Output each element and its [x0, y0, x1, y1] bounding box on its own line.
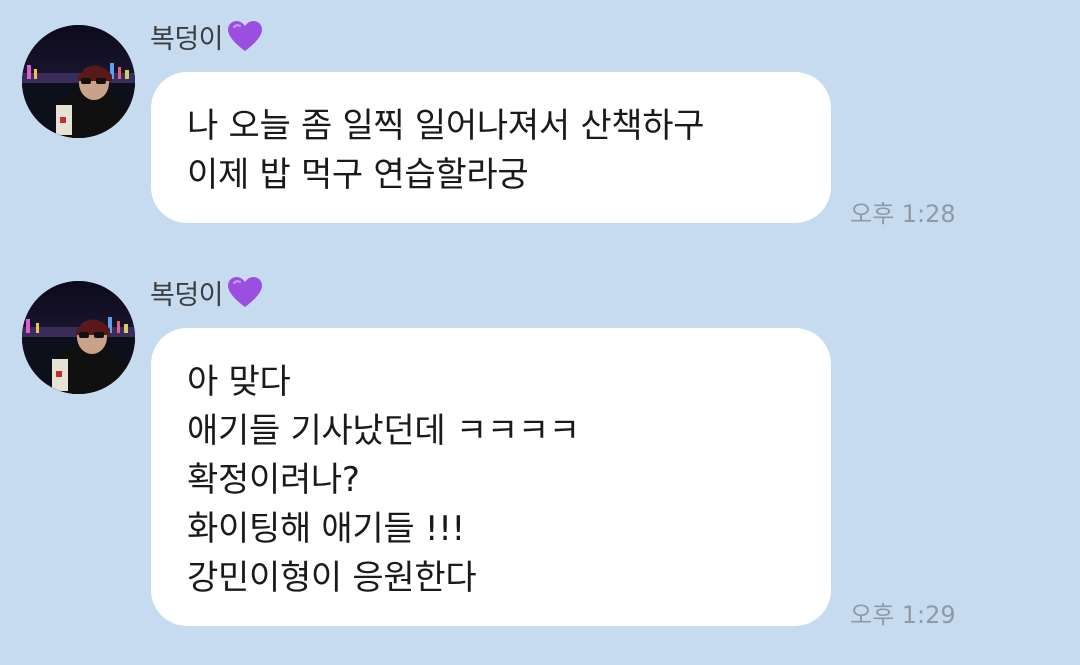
- message-bubble[interactable]: 아 맞다 애기들 기사났던데 ㅋㅋㅋㅋ 확정이려나? 화이팅해 애기들 !!! …: [151, 328, 831, 626]
- message-line: 화이팅해 애기들 !!!: [187, 509, 465, 549]
- message-line: 이제 밥 먹구 연습할라궁: [187, 155, 529, 195]
- message-line: 애기들 기사났던데 ㅋㅋㅋㅋ: [187, 411, 580, 451]
- message-line: 강민이형이 응원한다: [187, 558, 477, 598]
- sender-name: 복덩이: [150, 273, 263, 312]
- sender-name-text: 복덩이: [150, 24, 224, 55]
- profile-photo: [22, 281, 135, 394]
- purple-heart-icon: [227, 276, 263, 310]
- message-bubble[interactable]: 나 오늘 좀 일찍 일어나져서 산책하구 이제 밥 먹구 연습할라궁: [151, 72, 831, 223]
- sender-name: 복덩이: [150, 17, 263, 56]
- sender-name-text: 복덩이: [150, 280, 224, 311]
- message-line: 확정이려나?: [187, 460, 360, 500]
- message-line: 아 맞다: [187, 362, 291, 402]
- avatar[interactable]: [22, 25, 135, 138]
- message-timestamp: 오후 1:28: [850, 200, 956, 228]
- chat-area[interactable]: 복덩이 나 오늘 좀 일찍 일어나져서 산책하구 이제 밥 먹구 연습할라궁 오…: [0, 0, 1080, 665]
- message-timestamp: 오후 1:29: [850, 601, 956, 629]
- profile-photo: [22, 25, 135, 138]
- avatar[interactable]: [22, 281, 135, 394]
- purple-heart-icon: [227, 20, 263, 54]
- message-line: 나 오늘 좀 일찍 일어나져서 산책하구: [187, 106, 705, 146]
